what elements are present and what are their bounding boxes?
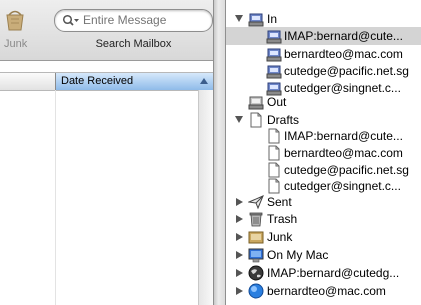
outbox-tray-icon [248,96,264,110]
imap-account-label: IMAP:bernard@cutedg... [267,266,400,280]
computer-icon [248,248,264,263]
date-received-column-header[interactable]: Date Received [55,73,213,90]
in-account-label: cutedge@pacific.net.sg [284,64,409,78]
disclosure-closed-icon[interactable] [236,287,243,295]
message-list-header: Date Received [0,72,213,91]
drafts-account-label: cutedge@pacific.net.sg [284,163,409,177]
disclosure-open-icon[interactable] [235,116,243,123]
mailbox-trash-label: Trash [267,212,298,226]
drawer-divider[interactable] [213,0,226,305]
junk-bag-icon [6,10,24,31]
disclosure-closed-icon[interactable] [236,215,243,223]
in-account-label: bernardteo@mac.com [284,47,403,61]
mailbox-out[interactable]: Out [226,93,421,111]
mailbox-junk-label: Junk [267,230,293,244]
mailbox-out-label: Out [267,95,287,109]
disclosure-closed-icon[interactable] [236,269,243,277]
drafts-account-label: bernardteo@mac.com [284,146,403,160]
mailbox-mac-account[interactable]: bernardteo@mac.com [226,282,421,300]
in-account-label: IMAP:bernard@cute... [284,29,403,43]
mac-account-label: bernardteo@mac.com [267,284,386,298]
disclosure-closed-icon[interactable] [236,251,243,259]
mailbox-sent[interactable]: Sent [226,193,421,211]
in-account-row[interactable]: cutedge@pacific.net.sg [226,62,421,80]
drafts-account-label: cutedger@singnet.c... [284,179,401,193]
document-icon [268,178,280,194]
mailbox-trash[interactable]: Trash [226,210,421,228]
drafts-account-row[interactable]: bernardteo@mac.com [226,144,421,162]
document-icon [268,162,280,178]
mailbox-sent-label: Sent [267,195,292,209]
date-received-label: Date Received [61,75,134,87]
inbox-tray-icon [266,48,282,62]
in-account-row[interactable]: bernardteo@mac.com [226,45,421,63]
inbox-tray-icon [248,13,264,27]
inbox-tray-icon [266,65,282,79]
search-mailbox-label: Search Mailbox [95,38,172,50]
disclosure-closed-icon[interactable] [236,233,243,241]
mailbox-in[interactable]: In [226,10,421,28]
toolbar: Junk Search Mailbox [0,0,213,61]
mailbox-imap-account[interactable]: IMAP:bernard@cutedg... [226,264,421,282]
message-list-scrollbar[interactable] [198,90,213,305]
search-input[interactable] [83,12,207,28]
junk-toolbar-button[interactable]: Junk [0,0,40,58]
mailbox-in-label: In [267,12,278,26]
disclosure-closed-icon[interactable] [236,198,243,206]
drafts-account-row[interactable]: IMAP:bernard@cute... [226,127,421,145]
mailbox-on-my-mac[interactable]: On My Mac [226,246,421,264]
in-account-row[interactable]: IMAP:bernard@cute... [226,27,421,45]
globe-icon [248,265,264,281]
mailbox-drawer: In IMAP:bernard@cute... bernardteo@mac.c… [226,0,421,305]
inbox-tray-icon [266,30,282,44]
junk-button-label: Junk [4,38,28,50]
message-viewer: Junk Search Mailbox Date Received [0,0,213,305]
mailbox-drafts-label: Drafts [267,113,300,127]
disclosure-open-icon[interactable] [235,15,243,22]
document-icon [268,145,280,161]
document-icon [250,112,262,128]
mailbox-on-my-mac-label: On My Mac [267,248,329,262]
sort-ascending-icon [200,78,208,84]
drafts-account-label: IMAP:bernard@cute... [284,129,403,143]
paper-plane-icon [248,195,264,210]
trash-can-icon [249,212,263,227]
document-icon [268,128,280,144]
search-field[interactable] [54,9,213,32]
column-divider [55,90,56,305]
junk-mailbox-icon [248,231,264,244]
mailbox-junk[interactable]: Junk [226,228,421,246]
dotmac-icon [248,283,264,299]
search-icon [62,14,79,26]
